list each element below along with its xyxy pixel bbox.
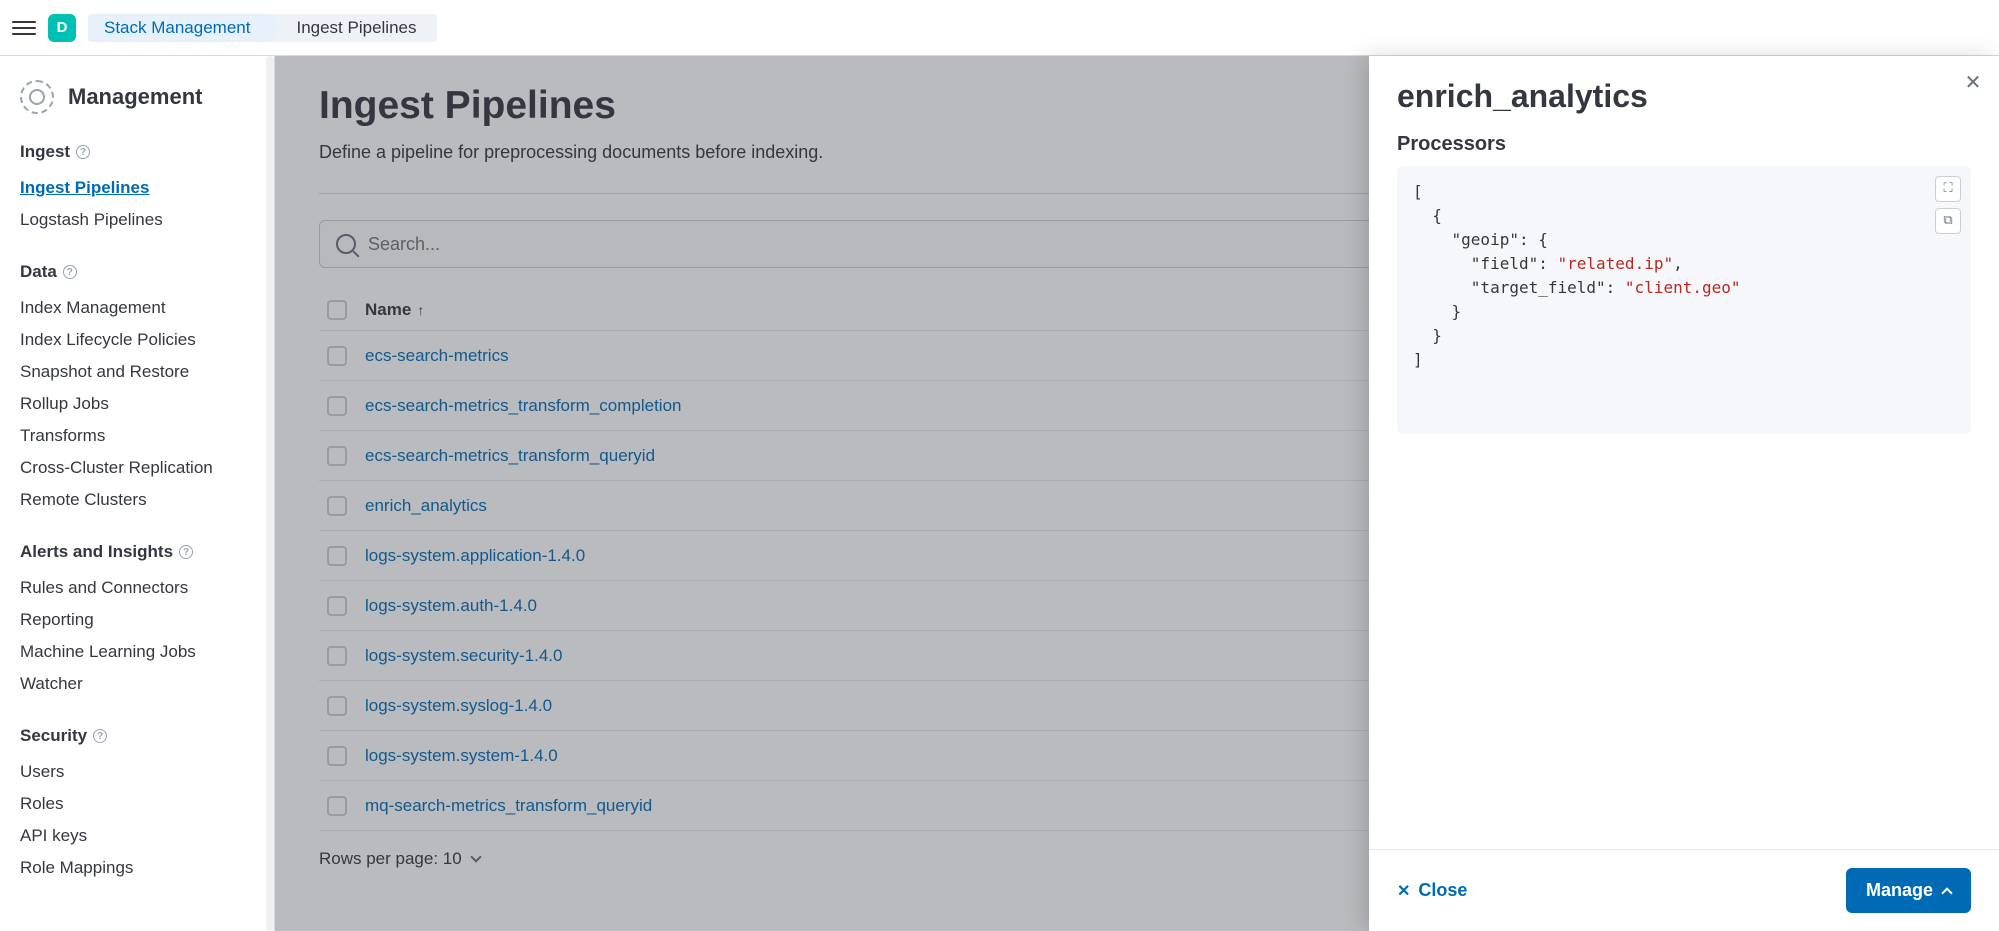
flyout-title: enrich_analytics bbox=[1397, 78, 1971, 115]
breadcrumb-ingest-pipelines[interactable]: Ingest Pipelines bbox=[270, 14, 436, 42]
sidebar-item-index-lifecycle-policies[interactable]: Index Lifecycle Policies bbox=[20, 324, 254, 356]
sidebar-item-ingest-pipelines[interactable]: Ingest Pipelines bbox=[20, 172, 254, 204]
sidebar-item-role-mappings[interactable]: Role Mappings bbox=[20, 852, 254, 884]
flyout-close-button[interactable]: ✕ bbox=[1961, 70, 1985, 94]
flyout-footer: ✕ Close Manage bbox=[1369, 849, 1999, 931]
sidebar-item-machine-learning-jobs[interactable]: Machine Learning Jobs bbox=[20, 636, 254, 668]
sidebar: Management Ingest? Ingest PipelinesLogsta… bbox=[0, 56, 275, 931]
sidebar-item-api-keys[interactable]: API keys bbox=[20, 820, 254, 852]
topbar: D Stack Management Ingest Pipelines bbox=[0, 0, 1999, 56]
sidebar-item-logstash-pipelines[interactable]: Logstash Pipelines bbox=[20, 204, 254, 236]
deployment-logo[interactable]: D bbox=[48, 14, 76, 42]
sidebar-item-watcher[interactable]: Watcher bbox=[20, 668, 254, 700]
sidebar-item-roles[interactable]: Roles bbox=[20, 788, 254, 820]
sidebar-item-rollup-jobs[interactable]: Rollup Jobs bbox=[20, 388, 254, 420]
sidebar-item-snapshot-and-restore[interactable]: Snapshot and Restore bbox=[20, 356, 254, 388]
sidebar-item-reporting[interactable]: Reporting bbox=[20, 604, 254, 636]
management-icon bbox=[20, 80, 54, 114]
info-icon[interactable]: ? bbox=[76, 145, 90, 159]
manage-label: Manage bbox=[1866, 880, 1933, 901]
info-icon[interactable]: ? bbox=[63, 265, 77, 279]
fullscreen-icon[interactable]: ⛶ bbox=[1935, 176, 1961, 202]
sidebar-item-rules-and-connectors[interactable]: Rules and Connectors bbox=[20, 572, 254, 604]
sidebar-item-index-management[interactable]: Index Management bbox=[20, 292, 254, 324]
sidebar-header: Management bbox=[20, 80, 254, 114]
sidebar-item-remote-clusters[interactable]: Remote Clusters bbox=[20, 484, 254, 516]
copy-icon[interactable]: ⧉ bbox=[1935, 208, 1961, 234]
sidebar-group-data: Data? bbox=[20, 262, 254, 282]
info-icon[interactable]: ? bbox=[179, 545, 193, 559]
close-button[interactable]: ✕ Close bbox=[1397, 880, 1467, 901]
close-icon: ✕ bbox=[1397, 881, 1410, 901]
sidebar-item-cross-cluster-replication[interactable]: Cross-Cluster Replication bbox=[20, 452, 254, 484]
sidebar-group-security: Security? bbox=[20, 726, 254, 746]
sidebar-group-alerts-and-insights: Alerts and Insights? bbox=[20, 542, 254, 562]
processors-code: [ { "geoip": { "field": "related.ip", "t… bbox=[1397, 166, 1971, 434]
sidebar-title: Management bbox=[68, 84, 202, 110]
sidebar-group-ingest: Ingest? bbox=[20, 142, 254, 162]
chevron-up-icon bbox=[1941, 887, 1952, 898]
pipeline-detail-flyout: ✕ enrich_analytics Processors [ { "geoip… bbox=[1369, 56, 1999, 931]
breadcrumb-stack-management[interactable]: Stack Management bbox=[88, 14, 270, 42]
breadcrumb: Stack Management Ingest Pipelines bbox=[88, 14, 437, 42]
sidebar-item-users[interactable]: Users bbox=[20, 756, 254, 788]
sidebar-item-transforms[interactable]: Transforms bbox=[20, 420, 254, 452]
close-label: Close bbox=[1418, 880, 1467, 901]
nav-toggle-button[interactable] bbox=[12, 16, 36, 40]
info-icon[interactable]: ? bbox=[93, 729, 107, 743]
manage-button[interactable]: Manage bbox=[1846, 868, 1971, 913]
processors-heading: Processors bbox=[1397, 133, 1971, 156]
